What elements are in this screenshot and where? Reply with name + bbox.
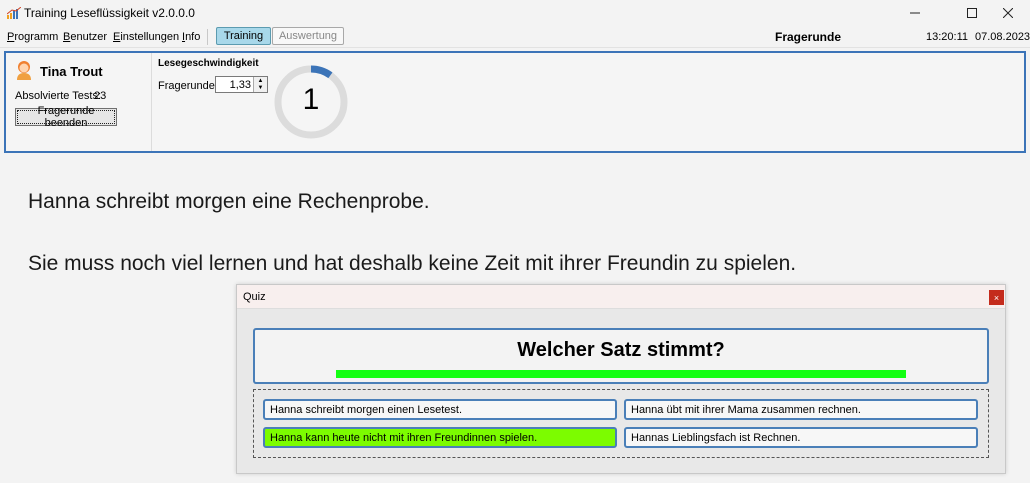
menu-bar: Programm Benutzer Einstellungen Info Tra… — [0, 26, 1030, 48]
answer-option-3[interactable]: Hanna kann heute nicht mit ihren Freundi… — [263, 427, 617, 448]
minimize-icon — [910, 12, 920, 14]
time-progress-fill — [336, 370, 906, 378]
stepper-buttons: ▲ ▼ — [253, 77, 267, 92]
menu-label: rogramm — [14, 31, 59, 43]
app-icon — [7, 7, 21, 19]
quiz-title-bar: Quiz × — [237, 285, 1005, 309]
user-name: Tina Trout — [40, 64, 103, 79]
close-icon: × — [993, 292, 1000, 303]
question-box: Welcher Satz stimmt? — [253, 328, 989, 384]
menu-item-programm[interactable]: Programm — [7, 31, 58, 43]
window-title: Training Leseflüssigkeit v2.0.0.0 — [24, 6, 195, 20]
arrow-up-icon: ▲ — [257, 77, 264, 84]
quiz-close-button[interactable]: × — [989, 290, 1004, 305]
speed-stepper[interactable]: 1,33 ▲ ▼ — [215, 76, 268, 93]
time-progress-track — [336, 370, 906, 378]
close-button[interactable] — [985, 0, 1030, 26]
date: 07.08.2023 — [975, 31, 1030, 43]
tests-label: Absolvierte Tests: — [15, 90, 102, 102]
gauge-arc — [310, 65, 333, 79]
end-round-button[interactable]: Fragerunde beenden — [15, 105, 117, 129]
question-text: Welcher Satz stimmt? — [517, 339, 725, 361]
reading-sentence-2: Sie muss noch viel lernen und hat deshal… — [28, 252, 797, 275]
menu-label: nfo — [185, 31, 201, 43]
menu-label: instellungen — [120, 31, 180, 43]
round-status-label: Fragerunde — [775, 30, 842, 44]
menu-item-einstellungen[interactable]: Einstellungen — [113, 31, 179, 43]
quiz-title: Quiz — [243, 291, 266, 303]
info-panel: Tina Trout Absolvierte Tests: 23 Frageru… — [4, 51, 1026, 153]
arrow-down-icon: ▼ — [257, 84, 264, 91]
menu-item-info[interactable]: Info — [182, 31, 200, 43]
menu-separator — [207, 29, 208, 45]
answer-option-2[interactable]: Hanna übt mit ihrer Mama zusammen rechne… — [624, 399, 978, 420]
minimize-button[interactable] — [892, 0, 938, 26]
stepper-down-button[interactable]: ▼ — [254, 84, 267, 91]
quiz-dialog: Quiz × Welcher Satz stimmt? Hanna schrei… — [236, 284, 1006, 474]
speed-label: Fragerunde: — [158, 80, 218, 92]
menu-item-benutzer[interactable]: Benutzer — [63, 31, 107, 43]
tab-auswertung[interactable]: Auswertung — [272, 27, 344, 45]
menu-label: enutzer — [70, 31, 108, 43]
maximize-icon — [967, 8, 977, 18]
title-bar: Training Leseflüssigkeit v2.0.0.0 — [0, 0, 1030, 26]
reading-sentence-1: Hanna schreibt morgen eine Rechenprobe. — [28, 190, 430, 213]
user-box: Tina Trout Absolvierte Tests: 23 Frageru… — [6, 53, 152, 151]
user-avatar-icon — [17, 61, 31, 80]
round-counter: 1 — [302, 83, 320, 116]
answer-option-1[interactable]: Hanna schreibt morgen einen Lesetest. — [263, 399, 617, 420]
clock: 13:20:11 — [926, 31, 969, 43]
answers-group: Hanna schreibt morgen einen Lesetest. Ha… — [253, 389, 989, 458]
close-icon — [1003, 8, 1013, 18]
speed-title: Lesegeschwindigkeit — [158, 58, 259, 69]
speed-value: 1,33 — [229, 79, 251, 91]
stepper-up-button[interactable]: ▲ — [254, 77, 267, 84]
tab-training[interactable]: Training — [216, 27, 271, 45]
answer-option-4[interactable]: Hannas Lieblingsfach ist Rechnen. — [624, 427, 978, 448]
tests-count: 23 — [94, 90, 107, 102]
